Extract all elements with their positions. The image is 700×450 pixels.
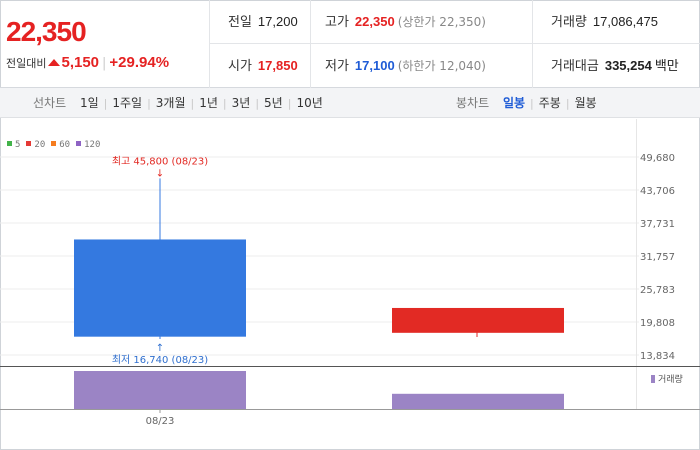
tab-10y[interactable]: 10년 [296,96,322,110]
change-value: 5,150 [61,54,100,71]
max-price-arrow-icon: ↓ [156,168,164,179]
candle-body [392,307,564,333]
low-value: 17,100 [354,58,395,73]
tab-divider: | [190,97,195,110]
open-label: 시가 [228,59,252,74]
tab-divider: | [255,97,260,110]
y-tick-label: 31,757 [640,252,675,263]
tab-divider: | [530,97,534,110]
max-price-label: 최고 45,800 (08/23) [112,155,208,167]
legend-swatch [51,141,57,146]
stat-high: 고가 22,350 (상한가 22,350) [310,0,486,44]
min-price-arrow-icon: ↑ [156,343,164,354]
tab-3m[interactable]: 3개월 [156,96,186,110]
legend-item-ma120: 120 [76,140,100,150]
y-tick-label: 13,834 [640,351,675,362]
volume-label: 거래량 [551,15,587,30]
candle-chart-tabs: 봉차트 일봉 | 주봉 | 월봉 [456,88,597,118]
tab-monthly[interactable]: 월봉 [575,96,597,110]
volume-legend-label: 거래량 [658,375,683,385]
tab-divider: | [103,97,108,110]
stat-amount: 거래대금 335,254 백만 [532,44,679,88]
stat-low: 저가 17,100 (하한가 12,040) [310,44,486,88]
candlestick-chart-svg: 49,680 43,706 37,731 31,757 25,783 19,808 13,8… [0,119,700,427]
tab-divider: | [565,97,570,110]
open-value: 17,850 [257,58,298,73]
legend-label: 5 [15,140,21,150]
low-label: 저가 [325,59,349,74]
tab-divider: | [222,97,227,110]
y-tick-label: 19,808 [640,318,675,329]
volume-bar [74,371,246,409]
amount-label: 거래대금 [551,59,599,74]
stats-grid: 전일 17,200 고가 22,350 (상한가 22,350) 거래량 17,086,… [210,0,700,88]
tab-1d[interactable]: 1일 [80,96,99,110]
legend-item-ma60: 60 [51,140,70,150]
line-chart-title: 선차트 [33,96,67,110]
stat-open: 시가 17,850 [228,44,298,88]
period-tab-bar: 선차트 1일 | 1주일 | 3개월 | 1년 | 3년 | 5년 | 10년 봉차트 일봉 | 주봉 | 월봉 [0,88,700,118]
change-label: 전일대비 [6,57,47,70]
price-chart: 49,680 43,706 37,731 31,757 25,783 19,808 13,8… [0,119,700,450]
upper-limit-note: (상한가 22,350) [397,15,486,29]
change-rate: +29.94% [109,54,170,71]
x-tick-label: 08/23 [146,416,175,427]
tab-5y[interactable]: 5년 [264,96,283,110]
legend-label: 20 [34,140,46,150]
tab-weekly[interactable]: 주봉 [539,96,561,110]
stats-row-1: 전일 17,200 고가 22,350 (상한가 22,350) 거래량 17,086,… [210,0,700,44]
amount-unit: 백만 [654,59,679,74]
y-tick-label: 25,783 [640,285,675,296]
up-arrow-icon [48,59,61,66]
y-tick-label: 43,706 [640,186,675,197]
tab-divider: | [147,97,151,110]
stat-volume: 거래량 17,086,475 [532,0,658,44]
change-row: 전일대비 5,150 | +29.94% [6,54,169,71]
prev-close-label: 전일 [228,15,252,30]
current-price: 22,350 [6,16,87,47]
moving-average-legend: 5 20 60 120 [7,140,106,150]
price-box: 22,350 전일대비 5,150 | +29.94% [0,0,210,88]
legend-label: 60 [59,140,71,150]
tab-daily[interactable]: 일봉 [503,96,525,110]
volume-bar [392,393,564,409]
tab-1w[interactable]: 1주일 [112,96,142,110]
volume-legend: 거래량 [651,372,683,385]
high-label: 고가 [325,15,349,30]
high-value: 22,350 [354,14,395,29]
volume-value: 17,086,475 [592,14,658,29]
stats-row-2: 시가 17,850 저가 17,100 (하한가 12,040) 거래대금 335,25… [210,44,700,88]
legend-label: 120 [84,140,101,150]
line-chart-tabs: 선차트 1일 | 1주일 | 3개월 | 1년 | 3년 | 5년 | 10년 [33,88,323,118]
tab-3y[interactable]: 3년 [232,96,251,110]
legend-item-ma20: 20 [26,140,45,150]
y-tick-label: 37,731 [640,219,675,230]
candle-chart-title: 봉차트 [456,96,490,110]
legend-swatch [26,141,32,146]
volume-legend-swatch [651,374,655,383]
lower-limit-note: (하한가 12,040) [397,59,486,73]
quote-header: 22,350 전일대비 5,150 | +29.94% 전일 17,200 고가 22,3… [0,0,700,88]
min-price-label: 최저 16,740 (08/23) [112,354,208,366]
y-tick-label: 49,680 [640,153,675,164]
amount-value: 335,254 [604,58,652,73]
legend-swatch [7,141,12,146]
change-divider: | [102,56,107,71]
tab-divider: | [287,97,292,110]
stat-prev-close: 전일 17,200 [228,0,298,44]
legend-swatch [76,141,82,146]
legend-item-ma5: 5 [7,140,20,150]
prev-close-value: 17,200 [257,14,298,29]
candle-body [74,239,246,337]
tab-1y[interactable]: 1년 [199,96,218,110]
